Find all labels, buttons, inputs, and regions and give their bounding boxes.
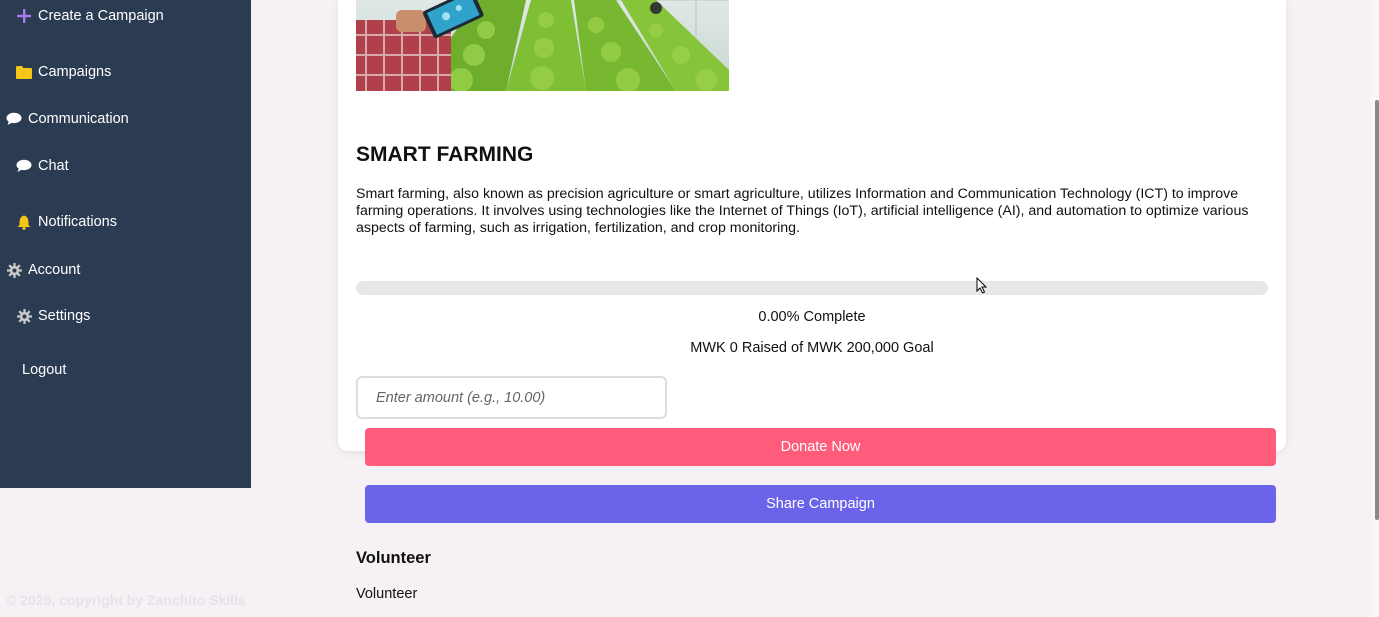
sidebar-item-label: Notifications xyxy=(38,214,117,230)
speech-bubble-icon xyxy=(16,158,32,174)
folder-icon xyxy=(16,64,32,80)
sidebar-item-notifications[interactable]: Notifications xyxy=(16,214,117,230)
sidebar-item-create-campaign[interactable]: Create a Campaign xyxy=(16,8,164,24)
sidebar-item-settings[interactable]: Settings xyxy=(16,308,90,324)
share-campaign-button[interactable]: Share Campaign xyxy=(365,485,1276,523)
sidebar-item-campaigns[interactable]: Campaigns xyxy=(16,64,111,80)
sidebar-item-label: Logout xyxy=(22,362,67,378)
volunteer-text: Volunteer xyxy=(356,586,418,602)
raised-summary: MWK 0 Raised of MWK 200,000 Goal xyxy=(690,340,934,356)
mouse-cursor-icon xyxy=(976,276,988,299)
sidebar-item-label: Chat xyxy=(38,158,69,174)
sidebar-item-label: Settings xyxy=(38,308,91,324)
progress-percent: 0.00% Complete xyxy=(758,309,866,325)
amount-input[interactable] xyxy=(356,376,667,419)
campaign-description: Smart farming, also known as precision a… xyxy=(356,186,1249,236)
sidebar-item-label: Create a Campaign xyxy=(38,8,164,24)
campaign-image xyxy=(356,0,729,91)
sidebar-item-communication[interactable]: Communication xyxy=(6,111,129,127)
sidebar-item-account[interactable]: Account xyxy=(6,262,80,278)
speech-bubble-icon xyxy=(6,111,22,127)
sidebar-item-label: Account xyxy=(28,262,81,278)
sidebar-item-label: Communication xyxy=(28,111,129,127)
footer-copyright: © 2025, copyright by Zanchito Skills xyxy=(6,592,246,608)
progress-bar xyxy=(356,281,1268,295)
bell-icon xyxy=(16,214,32,230)
donate-button[interactable]: Donate Now xyxy=(365,428,1276,466)
page-scrollbar-thumb[interactable] xyxy=(1375,100,1379,520)
gear-icon xyxy=(16,308,32,324)
plus-icon xyxy=(16,8,32,24)
gear-icon xyxy=(6,262,22,278)
volunteer-heading: Volunteer xyxy=(356,549,431,567)
campaign-title: SMART FARMING xyxy=(356,143,534,166)
sidebar: Create a Campaign Campaigns Communicatio… xyxy=(0,0,251,488)
sidebar-item-chat[interactable]: Chat xyxy=(16,158,69,174)
sidebar-item-logout[interactable]: Logout xyxy=(22,362,66,378)
sidebar-item-label: Campaigns xyxy=(38,64,112,80)
